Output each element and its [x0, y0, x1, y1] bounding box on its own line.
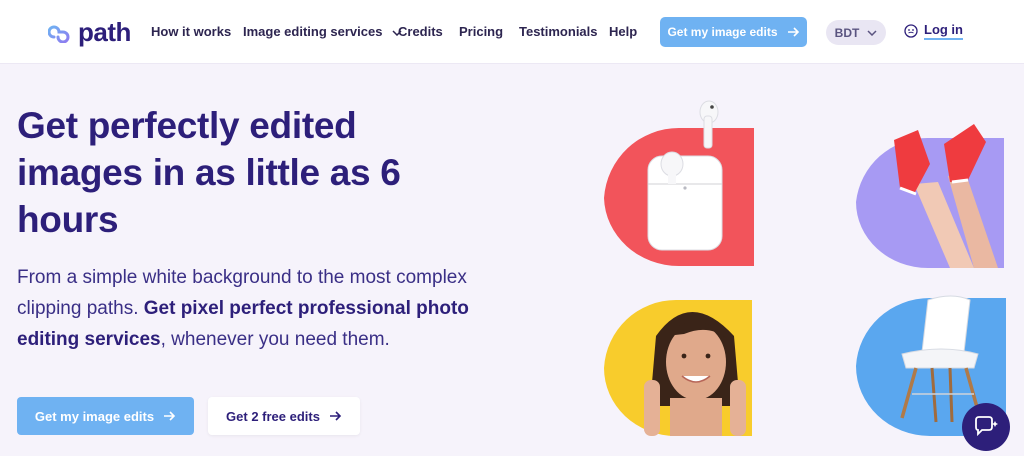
currency-select[interactable]: BDT [826, 20, 886, 45]
path-logo-icon [48, 25, 70, 43]
arrow-right-icon [329, 411, 342, 421]
nav-credits[interactable]: Credits [398, 24, 443, 39]
hero-subtitle: From a simple white background to the mo… [17, 262, 487, 355]
get-free-edits-button[interactable]: Get 2 free edits [208, 397, 360, 435]
nav-label: Pricing [459, 24, 504, 39]
nav-pricing[interactable]: Pricing [459, 24, 503, 39]
nav-testimonials[interactable]: Testimonials [519, 24, 598, 39]
logo[interactable]: path [48, 16, 131, 48]
cta-label: Get my image edits [667, 25, 778, 39]
arrow-right-icon [787, 27, 799, 37]
chat-bubbles-icon [975, 416, 998, 437]
woman-face-image [604, 299, 752, 436]
legs-sneakers-image [856, 124, 1004, 268]
nav-label: How it works [151, 24, 232, 39]
airpods-image [604, 100, 754, 266]
nav-label: Help [609, 24, 638, 39]
site-header: path How it works Image editing services… [0, 0, 1024, 64]
get-image-edits-button[interactable]: Get my image edits [17, 397, 194, 435]
nav-label: Testimonials [519, 24, 598, 39]
nav-label: Image editing services [243, 24, 383, 39]
chevron-down-icon [867, 29, 877, 36]
nav-image-editing-services[interactable]: Image editing services [243, 24, 402, 39]
header-cta-button[interactable]: Get my image edits [660, 17, 807, 47]
arrow-right-icon [164, 411, 176, 421]
login-label: Log in [924, 22, 963, 40]
hero-title: Get perfectly edited images in as little… [17, 105, 401, 240]
button-label: Get my image edits [34, 408, 155, 424]
hero-sub-text-2: , whenever you need them. [160, 329, 390, 350]
chat-button[interactable] [962, 403, 1010, 451]
login-link[interactable]: Log in [904, 22, 963, 40]
button-label: Get 2 free edits [226, 408, 320, 424]
nav-how-it-works[interactable]: How it works [151, 24, 231, 39]
user-circle-icon [904, 24, 918, 38]
currency-value: BDT [834, 25, 860, 40]
nav-label: Credits [398, 24, 443, 39]
logo-text: path [78, 16, 131, 47]
nav-help[interactable]: Help [609, 24, 637, 39]
